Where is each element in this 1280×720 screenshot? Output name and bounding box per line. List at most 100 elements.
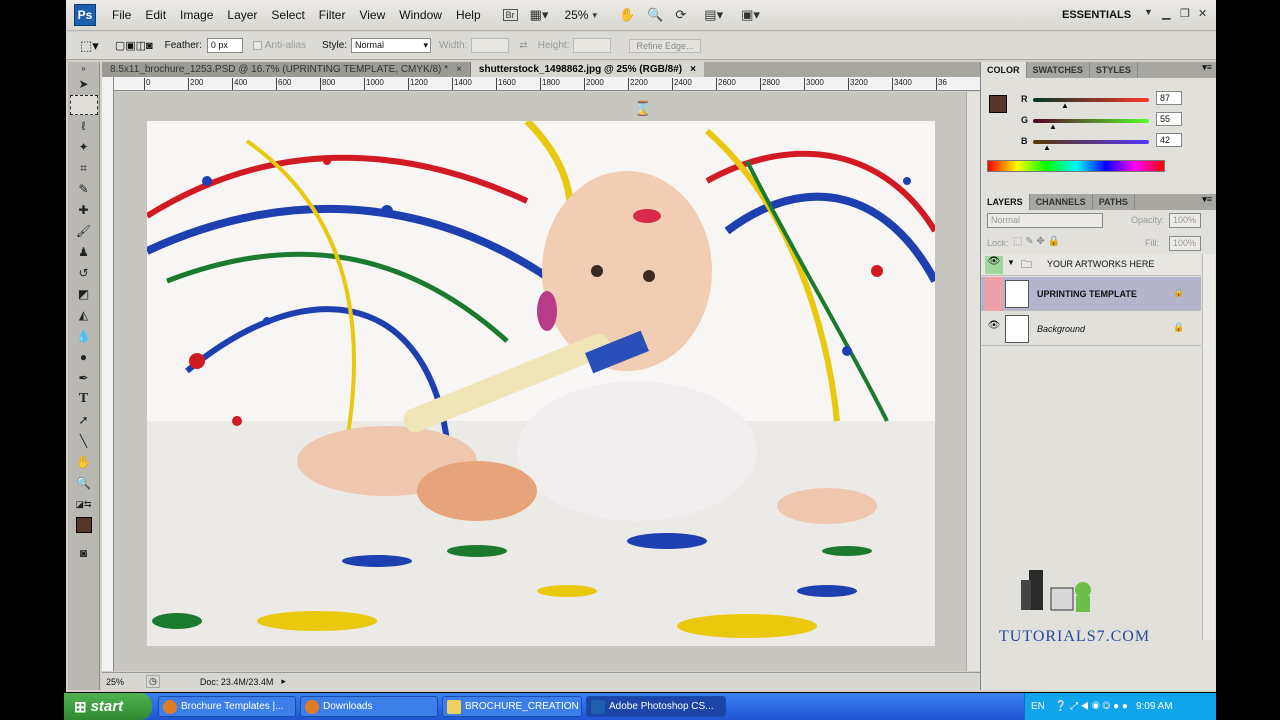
color-spectrum-bar[interactable]	[987, 160, 1165, 172]
menu-select[interactable]: Select	[271, 8, 304, 22]
lasso-tool-icon[interactable]: ℓ	[70, 116, 98, 136]
r-slider[interactable]	[1033, 98, 1149, 102]
workspace-dropdown-icon[interactable]: ▼	[1144, 7, 1153, 17]
panel-menu-icon[interactable]: ▾≡	[1202, 62, 1216, 78]
b-slider-thumb[interactable]: ▲	[1043, 143, 1051, 152]
menu-layer[interactable]: Layer	[227, 8, 257, 22]
marquee-tool-icon[interactable]: ⬚▾	[80, 38, 99, 54]
dodge-tool-icon[interactable]: ●	[70, 347, 98, 367]
language-indicator[interactable]: EN	[1031, 701, 1045, 712]
b-value[interactable]: 42	[1156, 133, 1182, 147]
tab-channels[interactable]: CHANNELS	[1030, 194, 1093, 210]
path-selection-icon[interactable]: ➚	[70, 410, 98, 430]
feather-input[interactable]: 0 px	[206, 38, 243, 53]
history-brush-icon[interactable]: ↺	[70, 263, 98, 283]
menu-window[interactable]: Window	[399, 8, 442, 22]
eye-icon[interactable]	[985, 277, 1003, 311]
antialias-checkbox[interactable]	[252, 41, 262, 50]
zoom-level-select[interactable]: 25%	[564, 8, 588, 22]
healing-brush-icon[interactable]: ✚	[70, 200, 98, 220]
foreground-color-swatch[interactable]	[989, 95, 1007, 113]
tab-styles[interactable]: STYLES	[1090, 62, 1138, 78]
pen-tool-icon[interactable]: ✒	[70, 368, 98, 388]
panel-menu-icon[interactable]: ▾≡	[1202, 194, 1216, 210]
status-zoom[interactable]: 25%	[106, 677, 142, 687]
foreground-color-swatch[interactable]	[70, 515, 98, 535]
hand-icon[interactable]: ✋	[619, 7, 635, 23]
screen-mode-icon[interactable]: ▦▾	[530, 7, 549, 23]
layers-scrollbar[interactable]	[1202, 254, 1215, 640]
selection-mode-icons[interactable]: ▢▣◫◙	[115, 39, 153, 52]
r-slider-thumb[interactable]: ▲	[1061, 101, 1069, 110]
style-select[interactable]: Normal ▾	[351, 38, 432, 53]
restore-icon[interactable]: ❐	[1180, 7, 1190, 20]
opacity-input[interactable]: 100%	[1169, 213, 1201, 228]
tab-layers[interactable]: LAYERS	[981, 194, 1030, 210]
eye-icon[interactable]: 👁	[985, 256, 1003, 274]
move-tool-icon[interactable]: ➤	[70, 74, 98, 94]
tab-color[interactable]: COLOR	[981, 62, 1027, 78]
menu-edit[interactable]: Edit	[145, 8, 166, 22]
tab-brochure[interactable]: 8.5x11_brochure_1253.PSD @ 16.7% (UPRINT…	[102, 62, 471, 77]
height-input[interactable]	[573, 38, 612, 53]
eyedropper-icon[interactable]: ✎	[70, 179, 98, 199]
start-button[interactable]: ⊞ start	[64, 693, 152, 720]
menu-image[interactable]: Image	[180, 8, 213, 22]
rotate-view-icon[interactable]: ⟳	[675, 7, 686, 23]
zoom-tool-icon[interactable]: 🔍	[70, 473, 98, 493]
close-icon[interactable]: ×	[456, 64, 462, 75]
tab-paths[interactable]: PATHS	[1093, 194, 1135, 210]
layer-row-uprinting[interactable]: UPRINTING TEMPLATE 🔒	[981, 277, 1201, 311]
clone-stamp-icon[interactable]: ♟	[70, 242, 98, 262]
type-tool-icon[interactable]: T	[70, 389, 98, 409]
task-photoshop[interactable]: Adobe Photoshop CS...	[586, 696, 726, 717]
refine-edge-button[interactable]: Refine Edge...	[629, 38, 701, 53]
swap-icon[interactable]: ⇄	[519, 40, 527, 51]
screen-size-icon[interactable]: ▣▾	[741, 7, 760, 23]
lock-icons[interactable]: ⬚ ✎ ✥ 🔒	[1013, 236, 1060, 247]
menu-view[interactable]: View	[359, 8, 385, 22]
quick-mask-icon[interactable]: ◙	[70, 543, 98, 563]
hand-tool-icon[interactable]: ✋	[70, 452, 98, 472]
width-input[interactable]	[471, 38, 510, 53]
close-icon[interactable]: ✕	[1198, 7, 1207, 20]
magic-wand-icon[interactable]: ✦	[70, 137, 98, 157]
workspace-switcher[interactable]: ESSENTIALS	[1062, 9, 1131, 21]
status-info-icon[interactable]: ◷	[146, 675, 160, 688]
layer-group-row[interactable]: 👁 ▼ 🗀 YOUR ARTWORKS HERE	[981, 254, 1201, 276]
tab-swatches[interactable]: SWATCHES	[1027, 62, 1090, 78]
menu-help[interactable]: Help	[456, 8, 481, 22]
marquee-tool-icon[interactable]	[69, 95, 98, 115]
r-value[interactable]: 87	[1156, 91, 1182, 105]
tab-shutterstock[interactable]: shutterstock_1498862.jpg @ 25% (RGB/8#) ×	[470, 62, 704, 77]
g-slider-thumb[interactable]: ▲	[1049, 122, 1057, 131]
eraser-icon[interactable]: ◩	[70, 284, 98, 304]
g-value[interactable]: 55	[1156, 112, 1182, 126]
swap-colors-icon[interactable]: ◪⇆	[70, 494, 98, 514]
vertical-scrollbar[interactable]	[966, 92, 980, 671]
status-arrow-icon[interactable]: ▸	[281, 676, 286, 687]
fill-input[interactable]: 100%	[1169, 236, 1201, 251]
brush-tool-icon[interactable]: 🖌	[70, 221, 98, 241]
layer-row-background[interactable]: 👁 Background 🔒	[981, 312, 1201, 346]
task-brochure-templates[interactable]: Brochure Templates |...	[158, 696, 296, 717]
chevron-down-icon[interactable]: ▼	[1007, 258, 1015, 267]
bridge-icon[interactable]: Br	[502, 9, 518, 21]
menu-file[interactable]: File	[112, 8, 131, 22]
task-brochure-creation[interactable]: BROCHURE_CREATION	[442, 696, 582, 717]
blend-mode-select[interactable]: Normal	[987, 213, 1103, 228]
eye-icon[interactable]: 👁	[985, 320, 1003, 338]
line-tool-icon[interactable]: ╲	[70, 431, 98, 451]
paint-bucket-icon[interactable]: ◭	[70, 305, 98, 325]
tools-collapse-icon[interactable]: »	[70, 63, 98, 73]
task-downloads[interactable]: Downloads	[300, 696, 438, 717]
zoom-icon[interactable]: 🔍	[647, 7, 663, 23]
close-icon[interactable]: ×	[690, 64, 696, 75]
tray-icons[interactable]: ❔ ⤢ ◀ ◉ ◎ ● ●	[1055, 701, 1128, 712]
photo-canvas[interactable]	[147, 121, 935, 646]
arrange-icon[interactable]: ▤▾	[704, 7, 723, 23]
zoom-dropdown-icon[interactable]: ▾	[592, 10, 597, 21]
menu-filter[interactable]: Filter	[319, 8, 346, 22]
minimize-icon[interactable]: ▁	[1162, 7, 1170, 20]
crop-tool-icon[interactable]: ⌗	[70, 158, 98, 178]
